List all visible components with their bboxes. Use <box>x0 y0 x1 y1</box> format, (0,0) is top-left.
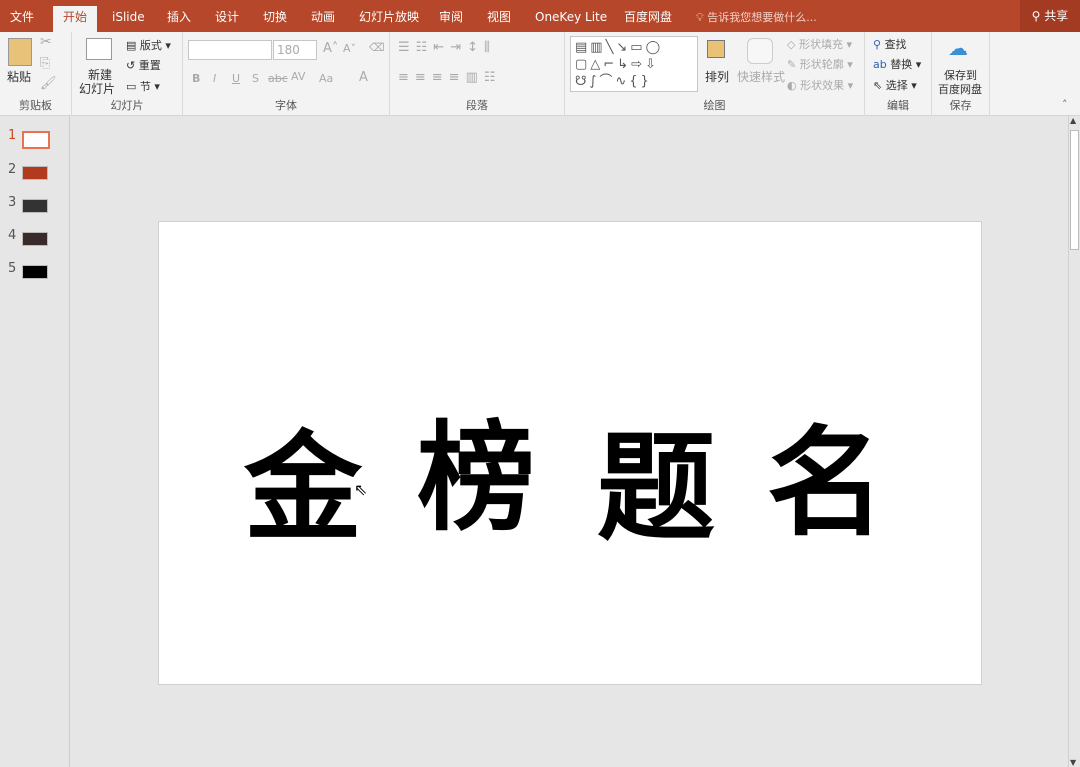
slides-label: 幻灯片 <box>110 99 144 112</box>
find-button[interactable]: ⚲ 查找 <box>873 36 907 52</box>
tell-me-text: 告诉我您想要做什么... <box>707 11 817 24</box>
mouse-cursor-icon: ⇖ <box>354 480 368 499</box>
tell-me-search[interactable]: 💡︎ 告诉我您想要做什么... <box>696 9 817 25</box>
tab-baidu[interactable]: 百度网盘 <box>624 6 672 32</box>
change-case-button[interactable]: Aa <box>319 72 333 85</box>
clipboard-label: 剪贴板 <box>19 99 52 112</box>
save-label: 保存 <box>949 99 972 112</box>
slide-thumb-2[interactable] <box>22 166 48 180</box>
clear-format-icon[interactable]: ⌫ <box>369 41 385 54</box>
clipboard-group: 粘贴 ✂ ⎘ 🖌︎ 剪贴板 <box>0 32 72 116</box>
font-color-button[interactable]: A <box>359 70 368 85</box>
slide-number: 2 <box>8 162 17 177</box>
editing-label: 编辑 <box>887 99 909 112</box>
paste-icon <box>8 38 32 66</box>
paragraph-label: 段落 <box>466 99 488 112</box>
arrange-button[interactable]: 排列 <box>705 68 729 85</box>
scroll-down-icon[interactable]: ▼ <box>1070 758 1076 767</box>
slide-thumb-4[interactable] <box>22 232 48 246</box>
save-to-baidu-line2: 百度网盘 <box>938 83 982 96</box>
select-button[interactable]: ⇖ 选择 ▾ <box>873 77 917 93</box>
shrink-font-icon[interactable]: A˅ <box>343 42 356 55</box>
slide-thumbnail-panel: 1 2 3 4 5 <box>0 116 70 767</box>
shadow-button[interactable]: S <box>252 72 259 85</box>
tab-review[interactable]: 审阅 <box>439 6 463 32</box>
ribbon: 粘贴 ✂ ⎘ 🖌︎ 剪贴板 新建 幻灯片 ▤ 版式 ▾ ↺ 重置 ▭ 节 ▾ 幻… <box>0 32 1080 116</box>
char-spacing-button[interactable]: AV <box>291 70 305 83</box>
share-label: 共享 <box>1044 9 1069 23</box>
slide-thumb-5[interactable] <box>22 265 48 279</box>
save-group: ☁ 保存到 百度网盘 保存 <box>932 32 990 116</box>
tab-animations[interactable]: 动画 <box>311 6 335 32</box>
baidu-cloud-icon: ☁ <box>948 36 968 60</box>
drawing-group: ▤▥╲↘▭◯ ▢△⌐↳⇨⇩ ☋∫⌒∿{} 排列 快速样式 ◇ 形状填充 ▾ ✎ 形状… <box>565 32 865 116</box>
arrange-icon <box>707 40 725 58</box>
tab-onekey[interactable]: OneKey Lite <box>535 6 607 32</box>
bold-button[interactable]: B <box>192 72 200 85</box>
scroll-up-icon[interactable]: ▲ <box>1070 116 1076 125</box>
font-size-input[interactable]: 180 <box>273 40 317 60</box>
quick-styles-button[interactable]: 快速样式 <box>737 68 785 85</box>
quick-styles-icon <box>747 38 773 64</box>
font-name-input[interactable] <box>188 40 272 60</box>
list-icons[interactable]: ☰☷⇤⇥↕⫼ <box>398 40 496 55</box>
person-icon: ⚲ <box>1031 9 1041 23</box>
slide-char[interactable]: 金 <box>244 392 362 563</box>
underline-button[interactable]: U <box>232 72 240 85</box>
slide-char[interactable]: 名 <box>767 387 885 558</box>
italic-button[interactable]: I <box>213 72 216 85</box>
slide-thumb-3[interactable] <box>22 199 48 213</box>
search-icon: ⚲ <box>873 38 882 51</box>
paste-button[interactable]: 粘贴 <box>7 68 31 85</box>
editing-group: ⚲ 查找 ab 替换 ▾ ⇖ 选择 ▾ 编辑 <box>865 32 932 116</box>
reset-button[interactable]: ↺ 重置 <box>126 57 161 73</box>
shape-effects-button[interactable]: ◐ 形状效果 ▾ <box>787 77 853 93</box>
copy-icon[interactable]: ⎘ <box>40 56 50 71</box>
tab-view[interactable]: 视图 <box>487 6 511 32</box>
slide-char[interactable]: 榜 <box>417 382 535 553</box>
shapes-gallery[interactable]: ▤▥╲↘▭◯ ▢△⌐↳⇨⇩ ☋∫⌒∿{} <box>570 36 698 92</box>
font-label: 字体 <box>275 99 297 112</box>
slide-number: 1 <box>8 128 17 143</box>
tab-file[interactable]: 文件 <box>10 6 34 32</box>
tab-transitions[interactable]: 切换 <box>263 6 287 32</box>
tab-design[interactable]: 设计 <box>215 6 239 32</box>
shape-fill-button[interactable]: ◇ 形状填充 ▾ <box>787 36 852 52</box>
slide-number: 5 <box>8 261 17 276</box>
cursor-icon: ⇖ <box>873 79 883 92</box>
layout-button[interactable]: ▤ 版式 ▾ <box>126 37 171 53</box>
ribbon-tab-bar: 文件 开始 iSlide 插入 设计 切换 动画 幻灯片放映 审阅 视图 One… <box>0 0 1080 32</box>
scrollbar-thumb[interactable] <box>1070 130 1079 250</box>
vertical-scrollbar[interactable]: ▲ ▼ <box>1068 116 1080 767</box>
replace-icon: ab <box>873 58 887 71</box>
tab-home[interactable]: 开始 <box>53 6 98 32</box>
strikethrough-button[interactable]: abc <box>268 72 288 85</box>
cut-icon[interactable]: ✂ <box>40 34 52 50</box>
shape-outline-button[interactable]: ✎ 形状轮廓 ▾ <box>787 56 853 72</box>
tab-islide[interactable]: iSlide <box>112 6 145 32</box>
slide-number: 4 <box>8 228 17 243</box>
font-group: 180 A˄ A˅ ⌫ B I U S abc AV Aa A 字体 <box>183 32 390 116</box>
new-slide-icon <box>86 38 112 60</box>
format-painter-icon[interactable]: 🖌︎ <box>40 76 57 91</box>
slide-canvas[interactable]: 金 榜 题 名 <box>158 221 982 685</box>
slide-thumb-1[interactable] <box>22 131 50 149</box>
slides-group: 新建 幻灯片 ▤ 版式 ▾ ↺ 重置 ▭ 节 ▾ 幻灯片 <box>72 32 183 116</box>
align-icons[interactable]: ≡≡≡≡▥☷ <box>398 70 502 85</box>
share-button[interactable]: ⚲ 共享 <box>1020 0 1080 32</box>
paragraph-group: ☰☷⇤⇥↕⫼ ≡≡≡≡▥☷ 段落 <box>390 32 565 116</box>
replace-button[interactable]: ab 替换 ▾ <box>873 56 921 72</box>
section-button[interactable]: ▭ 节 ▾ <box>126 78 160 94</box>
tab-insert[interactable]: 插入 <box>167 6 191 32</box>
new-slide-dropdown[interactable]: 幻灯片 <box>79 80 115 97</box>
collapse-ribbon-icon[interactable]: ˄ <box>1062 98 1068 111</box>
slide-number: 3 <box>8 195 17 210</box>
slide-char[interactable]: 题 <box>597 392 715 563</box>
lightbulb-icon: 💡︎ <box>696 11 704 24</box>
tab-slideshow[interactable]: 幻灯片放映 <box>359 6 419 32</box>
drawing-label: 绘图 <box>703 99 726 112</box>
grow-font-icon[interactable]: A˄ <box>323 41 338 56</box>
